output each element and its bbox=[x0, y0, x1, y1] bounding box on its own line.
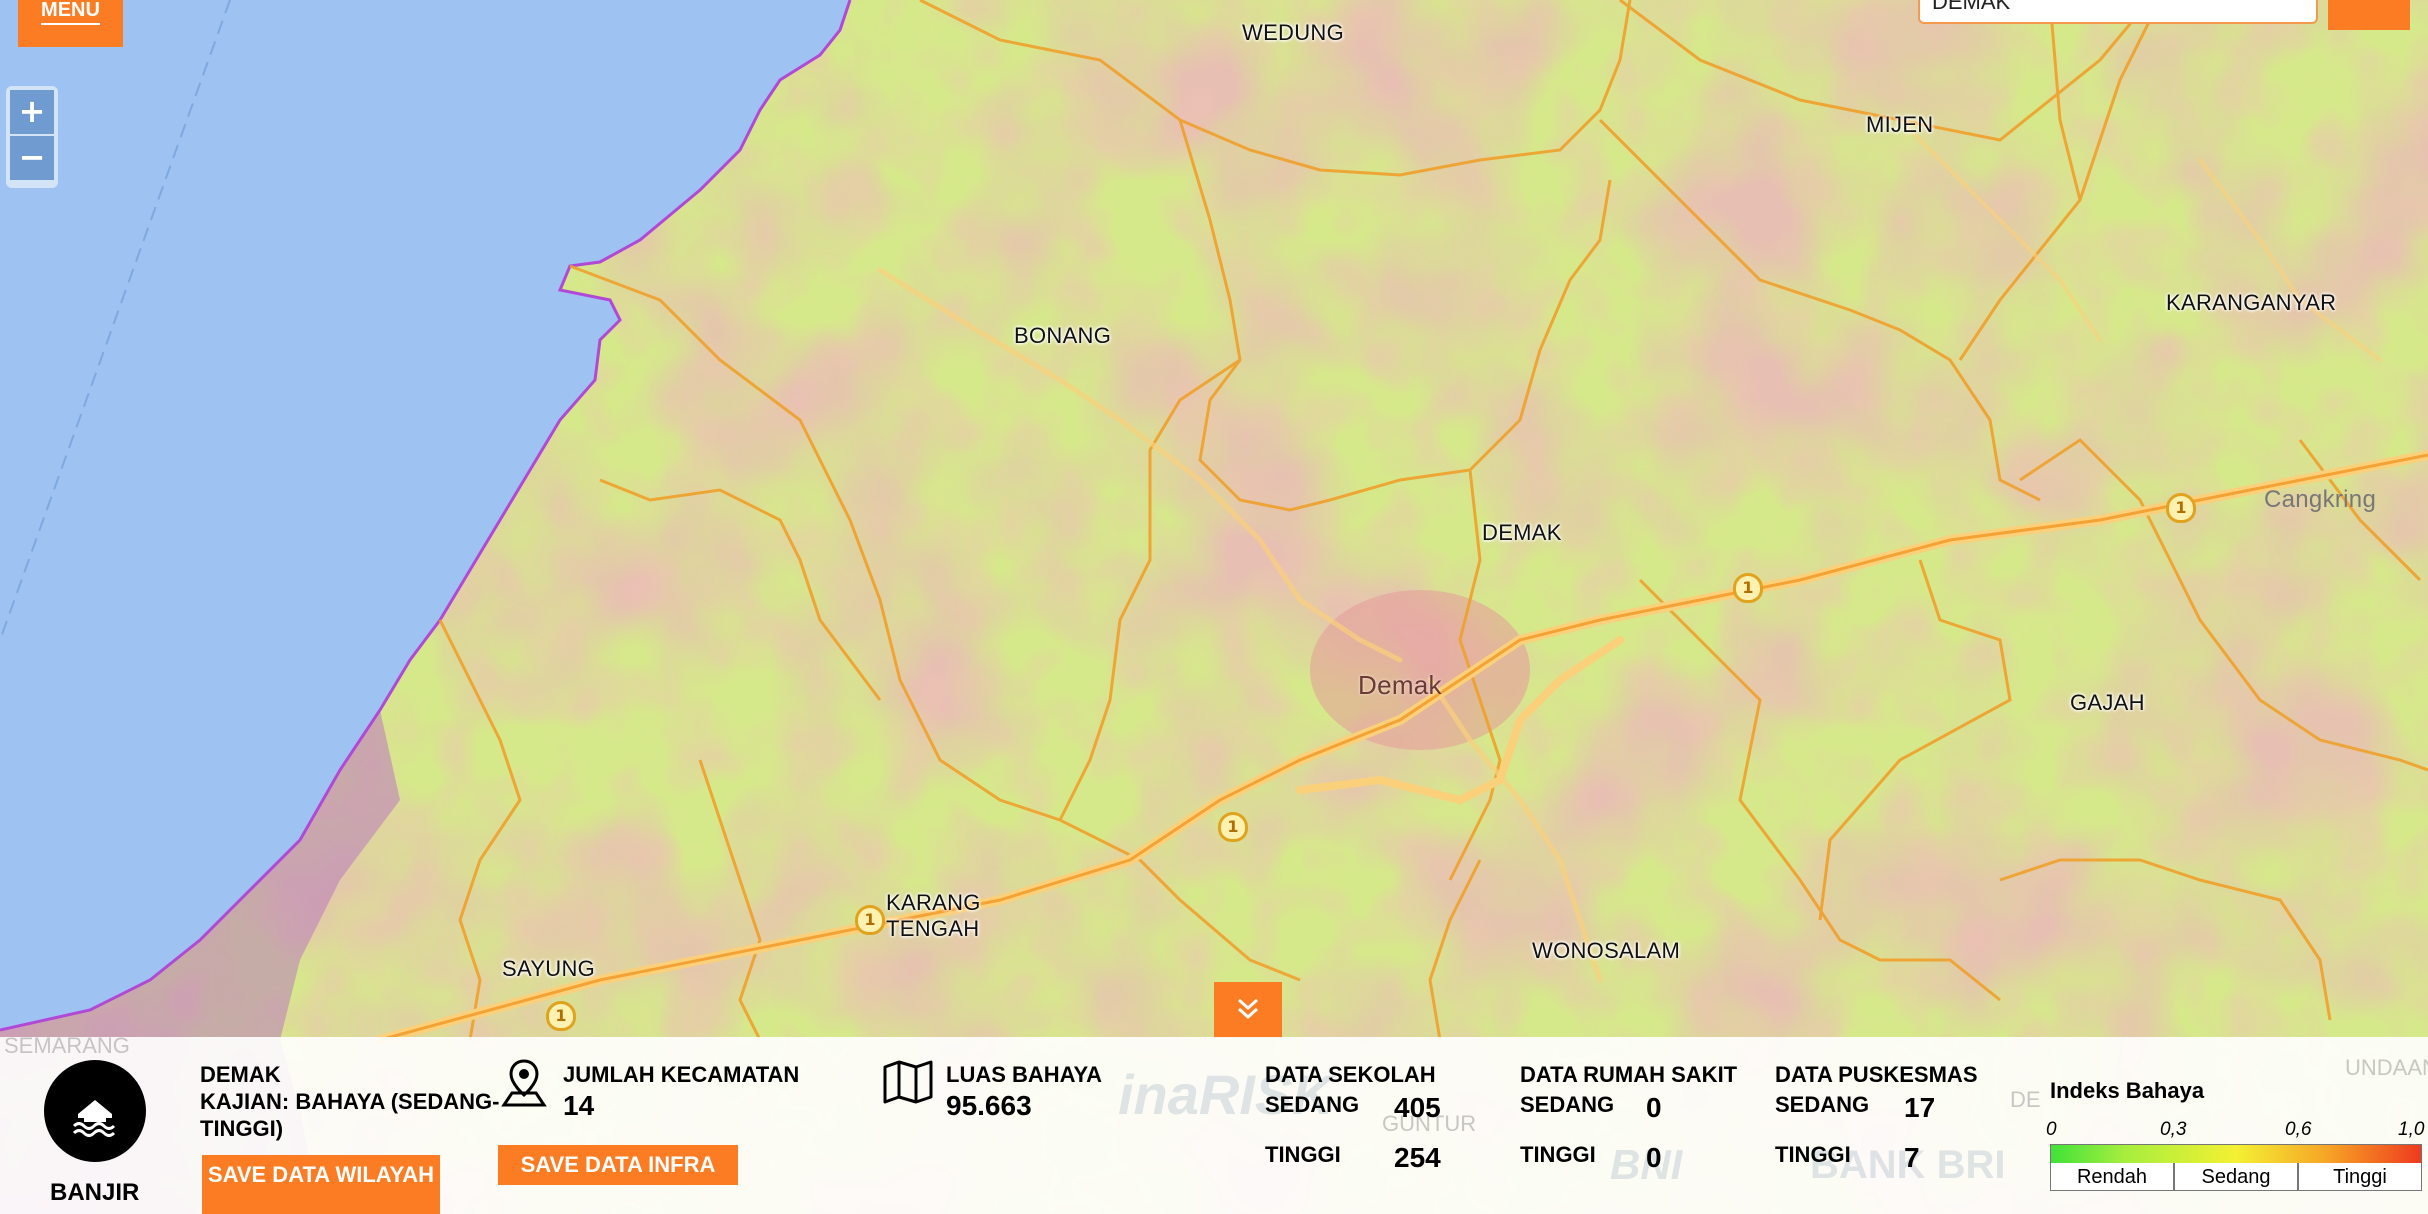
map-label-mijen: MIJEN bbox=[1866, 112, 1934, 137]
folded-map-icon bbox=[883, 1060, 933, 1104]
legend-class-tinggi: Tinggi bbox=[2298, 1163, 2422, 1191]
chevron-double-down-icon bbox=[1238, 998, 1258, 1020]
data-sekolah-title: DATA SEKOLAH bbox=[1265, 1062, 1436, 1087]
legend-tick: 1,0 bbox=[2398, 1119, 2425, 1140]
rumah-sakit-tinggi-value: 0 bbox=[1646, 1142, 1662, 1173]
legend-tick: 0,6 bbox=[2285, 1119, 2312, 1140]
sekolah-sedang-value: 405 bbox=[1394, 1092, 1441, 1123]
map-label-demak-district: DEMAK bbox=[1482, 520, 1562, 545]
map-label-wonosalam: WONOSALAM bbox=[1532, 938, 1681, 963]
kajian-text: KAJIAN: BAHAYA (SEDANG-TINGGI) bbox=[200, 1089, 500, 1141]
legend-tick: 0 bbox=[2046, 1119, 2057, 1140]
rumah-sakit-sedang-value: 0 bbox=[1646, 1092, 1662, 1123]
legend-class-rendah: Rendah bbox=[2050, 1163, 2174, 1191]
hamburger-menu-button[interactable] bbox=[2328, 0, 2410, 30]
route-shield-icon: 1 bbox=[855, 905, 885, 935]
search-input[interactable] bbox=[1918, 0, 2318, 24]
puskesmas-tinggi-label: TINGGI bbox=[1775, 1142, 1851, 1167]
map-label-karang-tengah: KARANG TENGAH bbox=[886, 890, 981, 941]
kecamatan-label: JUMLAH KECAMATAN bbox=[563, 1062, 800, 1087]
sekolah-sedang-label: SEDANG bbox=[1265, 1092, 1360, 1117]
map-label-gajah: GAJAH bbox=[2070, 690, 2145, 715]
flood-house-icon bbox=[44, 1060, 146, 1162]
route-shield-icon: 1 bbox=[1218, 812, 1248, 842]
map-label-wedung: WEDUNG bbox=[1242, 20, 1345, 45]
zoom-out-button[interactable]: − bbox=[10, 136, 54, 180]
map-label-bonang: BONANG bbox=[1014, 323, 1112, 348]
map-label-cangkring: Cangkring bbox=[2264, 486, 2377, 513]
hazard-name: BANJIR bbox=[50, 1179, 140, 1206]
kecamatan-value: 14 bbox=[563, 1090, 595, 1121]
map-label-de: DE bbox=[2010, 1087, 2041, 1112]
luas-bahaya-label: LUAS BAHAYA bbox=[946, 1062, 1103, 1087]
route-shield-icon: 1 bbox=[1733, 573, 1763, 603]
zoom-in-button[interactable]: + bbox=[10, 90, 54, 134]
data-puskesmas-title: DATA PUSKESMAS bbox=[1775, 1062, 1978, 1087]
zoom-control: + − bbox=[6, 86, 58, 188]
save-data-wilayah-button[interactable]: SAVE DATA WILAYAH bbox=[202, 1155, 440, 1214]
map-label-undaan: UNDAAN bbox=[2345, 1055, 2428, 1080]
puskesmas-sedang-label: SEDANG bbox=[1775, 1092, 1870, 1117]
legend-color-bar bbox=[2050, 1144, 2422, 1164]
map-label-sayung: SAYUNG bbox=[502, 956, 596, 981]
data-rumah-sakit-title: DATA RUMAH SAKIT bbox=[1520, 1062, 1738, 1087]
sekolah-tinggi-value: 254 bbox=[1394, 1142, 1441, 1173]
sekolah-tinggi-label: TINGGI bbox=[1265, 1142, 1341, 1167]
luas-bahaya-value: 95.663 bbox=[946, 1090, 1032, 1121]
legend-tick: 0,3 bbox=[2160, 1119, 2187, 1140]
menu-button[interactable]: MENU bbox=[18, 0, 123, 47]
route-shield-icon: 1 bbox=[2166, 493, 2196, 523]
rumah-sakit-tinggi-label: TINGGI bbox=[1520, 1142, 1596, 1167]
region-name: DEMAK bbox=[200, 1062, 281, 1087]
legend-title: Indeks Bahaya bbox=[2050, 1078, 2205, 1103]
map-label-demak-town: Demak bbox=[1358, 670, 1442, 700]
map-label-karanganyar: KARANGANYAR bbox=[2166, 290, 2337, 315]
save-data-infra-button[interactable]: SAVE DATA INFRA bbox=[498, 1145, 738, 1185]
route-shield-icon: 1 bbox=[546, 1001, 576, 1031]
collapse-panel-button[interactable] bbox=[1214, 982, 1282, 1038]
legend-class-sedang: Sedang bbox=[2174, 1163, 2298, 1191]
rumah-sakit-sedang-label: SEDANG bbox=[1520, 1092, 1615, 1117]
menu-label: MENU bbox=[41, 0, 100, 25]
info-panel: inaRISK BANK BRI BNI UNDAAN DE GUNTUR SE… bbox=[0, 1033, 2428, 1214]
map-pin-icon bbox=[501, 1059, 547, 1107]
puskesmas-sedang-value: 17 bbox=[1904, 1092, 1936, 1123]
puskesmas-tinggi-value: 7 bbox=[1904, 1142, 1920, 1173]
map-label-semarang: SEMARANG bbox=[4, 1033, 130, 1058]
